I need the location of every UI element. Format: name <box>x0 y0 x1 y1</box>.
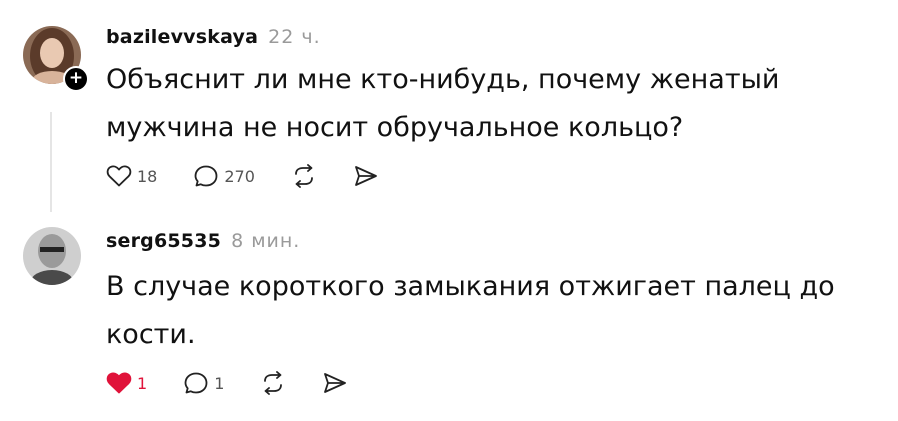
username[interactable]: bazilevvskaya <box>106 26 258 48</box>
post-2: serg65535 8 мин. В случае короткого замы… <box>0 215 898 421</box>
repost-icon <box>295 164 313 188</box>
follow-plus-icon[interactable]: + <box>63 66 89 92</box>
like-count: 18 <box>137 166 158 186</box>
repost-button[interactable] <box>291 164 317 188</box>
reply-count: 270 <box>224 166 255 186</box>
speech-bubble-icon <box>194 165 218 187</box>
heart-icon <box>106 372 132 394</box>
post-text: Объяснит ли мне кто-нибудь, почему женат… <box>106 64 780 143</box>
post-header: serg65535 8 мин. <box>106 230 300 252</box>
action-bar: 18 270 <box>106 164 415 188</box>
thread-line <box>50 112 52 212</box>
avatar-serg65535[interactable] <box>23 227 81 285</box>
repost-button[interactable] <box>260 371 286 395</box>
speech-bubble-icon <box>184 372 208 394</box>
reply-button[interactable]: 270 <box>193 164 255 188</box>
share-button[interactable] <box>322 371 348 395</box>
like-button[interactable]: 1 <box>106 371 147 395</box>
timestamp: 22 ч. <box>268 26 321 48</box>
like-button[interactable]: 18 <box>106 164 157 188</box>
timestamp: 8 мин. <box>231 230 301 252</box>
reply-button[interactable]: 1 <box>183 371 224 395</box>
send-icon <box>355 166 377 186</box>
like-count: 1 <box>137 373 148 393</box>
repost-icon <box>264 371 283 395</box>
reply-count: 1 <box>214 373 225 393</box>
heart-icon <box>106 165 132 187</box>
share-button[interactable] <box>353 164 379 188</box>
send-icon <box>324 373 347 393</box>
post-text: В случае короткого замыкания отжигает па… <box>106 271 835 350</box>
post-header: bazilevvskaya 22 ч. <box>106 26 321 48</box>
post-1: + bazilevvskaya 22 ч. Объяснит ли мне кт… <box>0 0 898 215</box>
action-bar: 1 1 <box>106 371 384 395</box>
username[interactable]: serg65535 <box>106 230 221 252</box>
